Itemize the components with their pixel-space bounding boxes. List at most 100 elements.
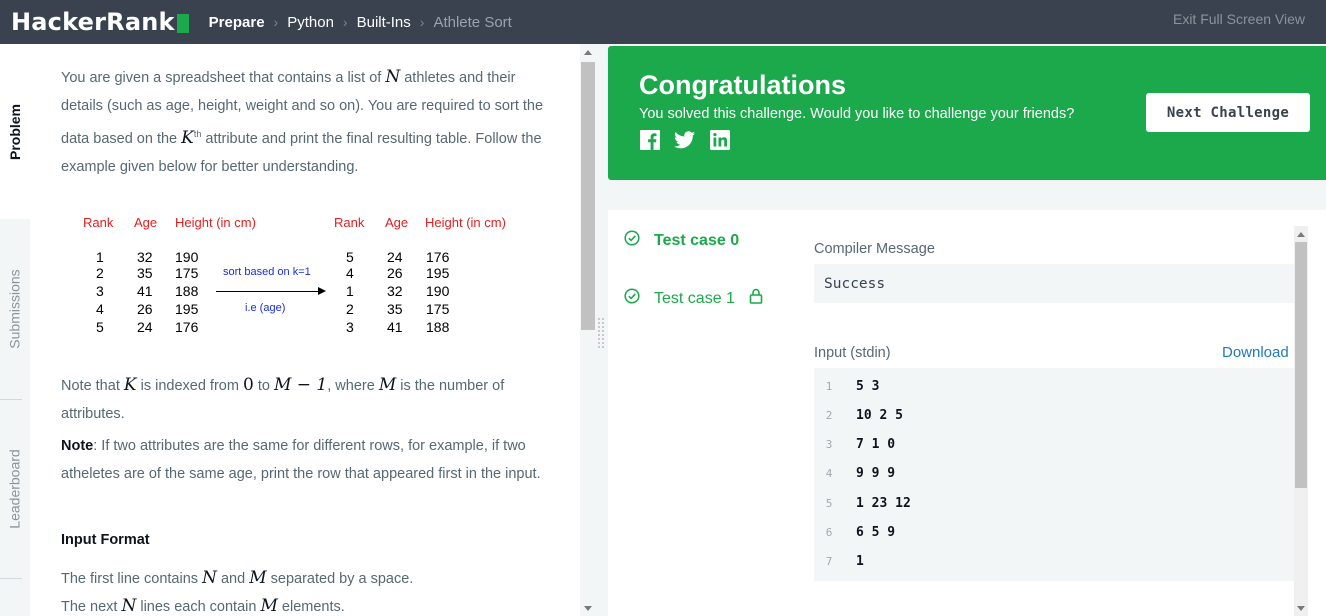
figure-cell-right: 1 (346, 283, 354, 299)
line-number: 2 (825, 408, 833, 422)
figure-cell-right: 41 (387, 319, 403, 335)
test-case-0-label: Test case 0 (654, 231, 740, 249)
line-text: 10 2 5 (856, 407, 903, 423)
arrow-right-icon (318, 287, 326, 295)
test-case-1-tab[interactable]: Test case 1 (624, 288, 763, 309)
results-scrollbar[interactable] (1294, 226, 1308, 616)
line-number: 7 (825, 555, 833, 569)
twitter-icon[interactable] (674, 130, 695, 150)
test-case-0-tab[interactable]: Test case 0 (624, 230, 739, 251)
scroll-down-icon[interactable] (1297, 606, 1305, 611)
stdin-code-block: 15 3 2 10 2 537 1 049 9 951 23 12 6 6 5 971 (814, 368, 1294, 581)
figure-cell-left: 190 (175, 249, 199, 265)
exit-fullscreen-link[interactable]: Exit Full Screen View (1173, 11, 1305, 27)
chevron-right-icon: › (419, 14, 425, 30)
logo-square-icon (176, 13, 189, 33)
figure-cell-right: 24 (387, 249, 403, 265)
figure-header-height-right: Height (in cm) (425, 215, 506, 230)
line-number: 3 (825, 438, 833, 452)
code-line: 4 9 9 9 (814, 464, 895, 484)
download-input-link[interactable]: Download (1222, 344, 1289, 361)
line-number: 6 (825, 526, 833, 539)
math-m: M (260, 596, 278, 616)
tie-break-note-paragraph: Note: If two attributes are the same for… (61, 432, 551, 488)
line-text: 1 (856, 554, 864, 570)
scroll-up-icon[interactable] (584, 50, 592, 55)
indexing-note-paragraph: Note that K is indexed from 0 to M − 1, … (61, 371, 551, 428)
compiler-message-label: Compiler Message (814, 241, 935, 257)
tab-divider (0, 578, 22, 579)
figure-arrow-sublabel: i.e (age) (245, 302, 286, 314)
scrollbar-thumb[interactable] (581, 62, 595, 330)
scroll-down-icon[interactable] (584, 606, 592, 611)
math-m-minus-1: M − 1 (273, 375, 328, 395)
breadcrumb-prepare[interactable]: Prepare (209, 14, 265, 31)
figure-header-rank-right: Rank (334, 215, 365, 230)
figure-cell-left: 41 (137, 283, 153, 299)
linkedin-icon[interactable] (709, 130, 730, 150)
input-format-text: lines each contain (140, 599, 257, 615)
figure-cell-right: 188 (426, 319, 450, 335)
code-line: 2 10 2 5 (814, 405, 903, 425)
figure-cell-left: 195 (175, 301, 199, 317)
problem-statement-pane: You are given a spreadsheet that contain… (30, 44, 580, 616)
figure-arrow-label: sort based on k=1 (223, 266, 311, 278)
line-text: 9 9 9 (856, 466, 896, 482)
input-format-text: separated by a space. (270, 571, 414, 587)
tab-problem[interactable]: Problem (0, 44, 30, 219)
tab-leaderboard-label: Leaderboard (7, 449, 23, 529)
figure-cell-left: 188 (175, 283, 199, 299)
check-circle-icon (624, 288, 640, 309)
figure-arrow-line (216, 291, 320, 292)
input-format-text: elements. (281, 599, 345, 615)
breadcrumb: Prepare › Python › Built-Ins › Athlete S… (209, 14, 512, 31)
compiler-message-output: Success (814, 264, 1294, 303)
breadcrumb-python[interactable]: Python (287, 14, 334, 31)
figure-cell-left: 4 (96, 301, 104, 317)
input-format-line-1: The first line contains N and M separate… (61, 564, 551, 593)
math-m: M (378, 375, 397, 395)
code-line: 5 1 23 12 (814, 493, 911, 513)
figure-cell-right: 195 (426, 265, 450, 281)
test-results-panel: Test case 0 Test case 1 Compiler Message… (608, 210, 1326, 616)
scrollbar-thumb[interactable] (1295, 242, 1307, 488)
social-share-icons (639, 130, 730, 150)
code-line: 6 6 5 9 (814, 523, 895, 543)
figure-cell-left: 3 (96, 283, 104, 299)
problem-scrollbar[interactable] (580, 44, 597, 616)
figure-cell-right: 190 (426, 283, 450, 299)
test-case-1-label: Test case 1 (654, 289, 735, 307)
code-line: 3 7 1 0 (814, 435, 895, 455)
note-text: Note that (61, 378, 120, 394)
line-number: 5 (825, 496, 833, 510)
line-text: 7 1 0 (856, 437, 896, 453)
figure-cell-left: 175 (175, 265, 199, 281)
congratulations-banner: Congratulations You solved this challeng… (608, 46, 1326, 180)
note-text: : If two attributes are the same for dif… (61, 438, 541, 482)
input-format-heading-text: Input Format (61, 532, 150, 548)
tab-submissions[interactable]: Submissions (0, 219, 30, 399)
breadcrumb-built-ins[interactable]: Built-Ins (357, 14, 411, 31)
banner-title: Congratulations (639, 70, 846, 100)
hackerrank-logo[interactable]: HackerRank (11, 8, 189, 36)
chevron-right-icon: › (342, 14, 348, 30)
math-zero: 0 (242, 375, 254, 395)
lock-icon (749, 288, 763, 309)
scroll-up-icon[interactable] (1297, 232, 1305, 237)
figure-cell-right: 35 (387, 301, 403, 317)
breadcrumb-athlete-sort: Athlete Sort (433, 13, 512, 31)
tab-leaderboard[interactable]: Leaderboard (0, 400, 30, 578)
figure-cell-right: 26 (387, 265, 403, 281)
next-challenge-button[interactable]: Next Challenge (1146, 93, 1310, 132)
input-format-text: The first line contains (61, 571, 199, 587)
figure-cell-left: 5 (96, 319, 104, 335)
math-n: N (202, 568, 217, 588)
figure-cell-right: 4 (346, 265, 354, 281)
split-pane-resize-handle[interactable] (598, 318, 606, 348)
facebook-icon[interactable] (639, 130, 660, 150)
top-navigation-bar: HackerRank Prepare › Python › Built-Ins … (0, 0, 1326, 44)
figure-cell-left: 35 (137, 265, 153, 281)
input-format-text: The next (61, 599, 118, 615)
figure-cell-right: 176 (426, 249, 450, 265)
figure-cell-left: 24 (137, 319, 153, 335)
